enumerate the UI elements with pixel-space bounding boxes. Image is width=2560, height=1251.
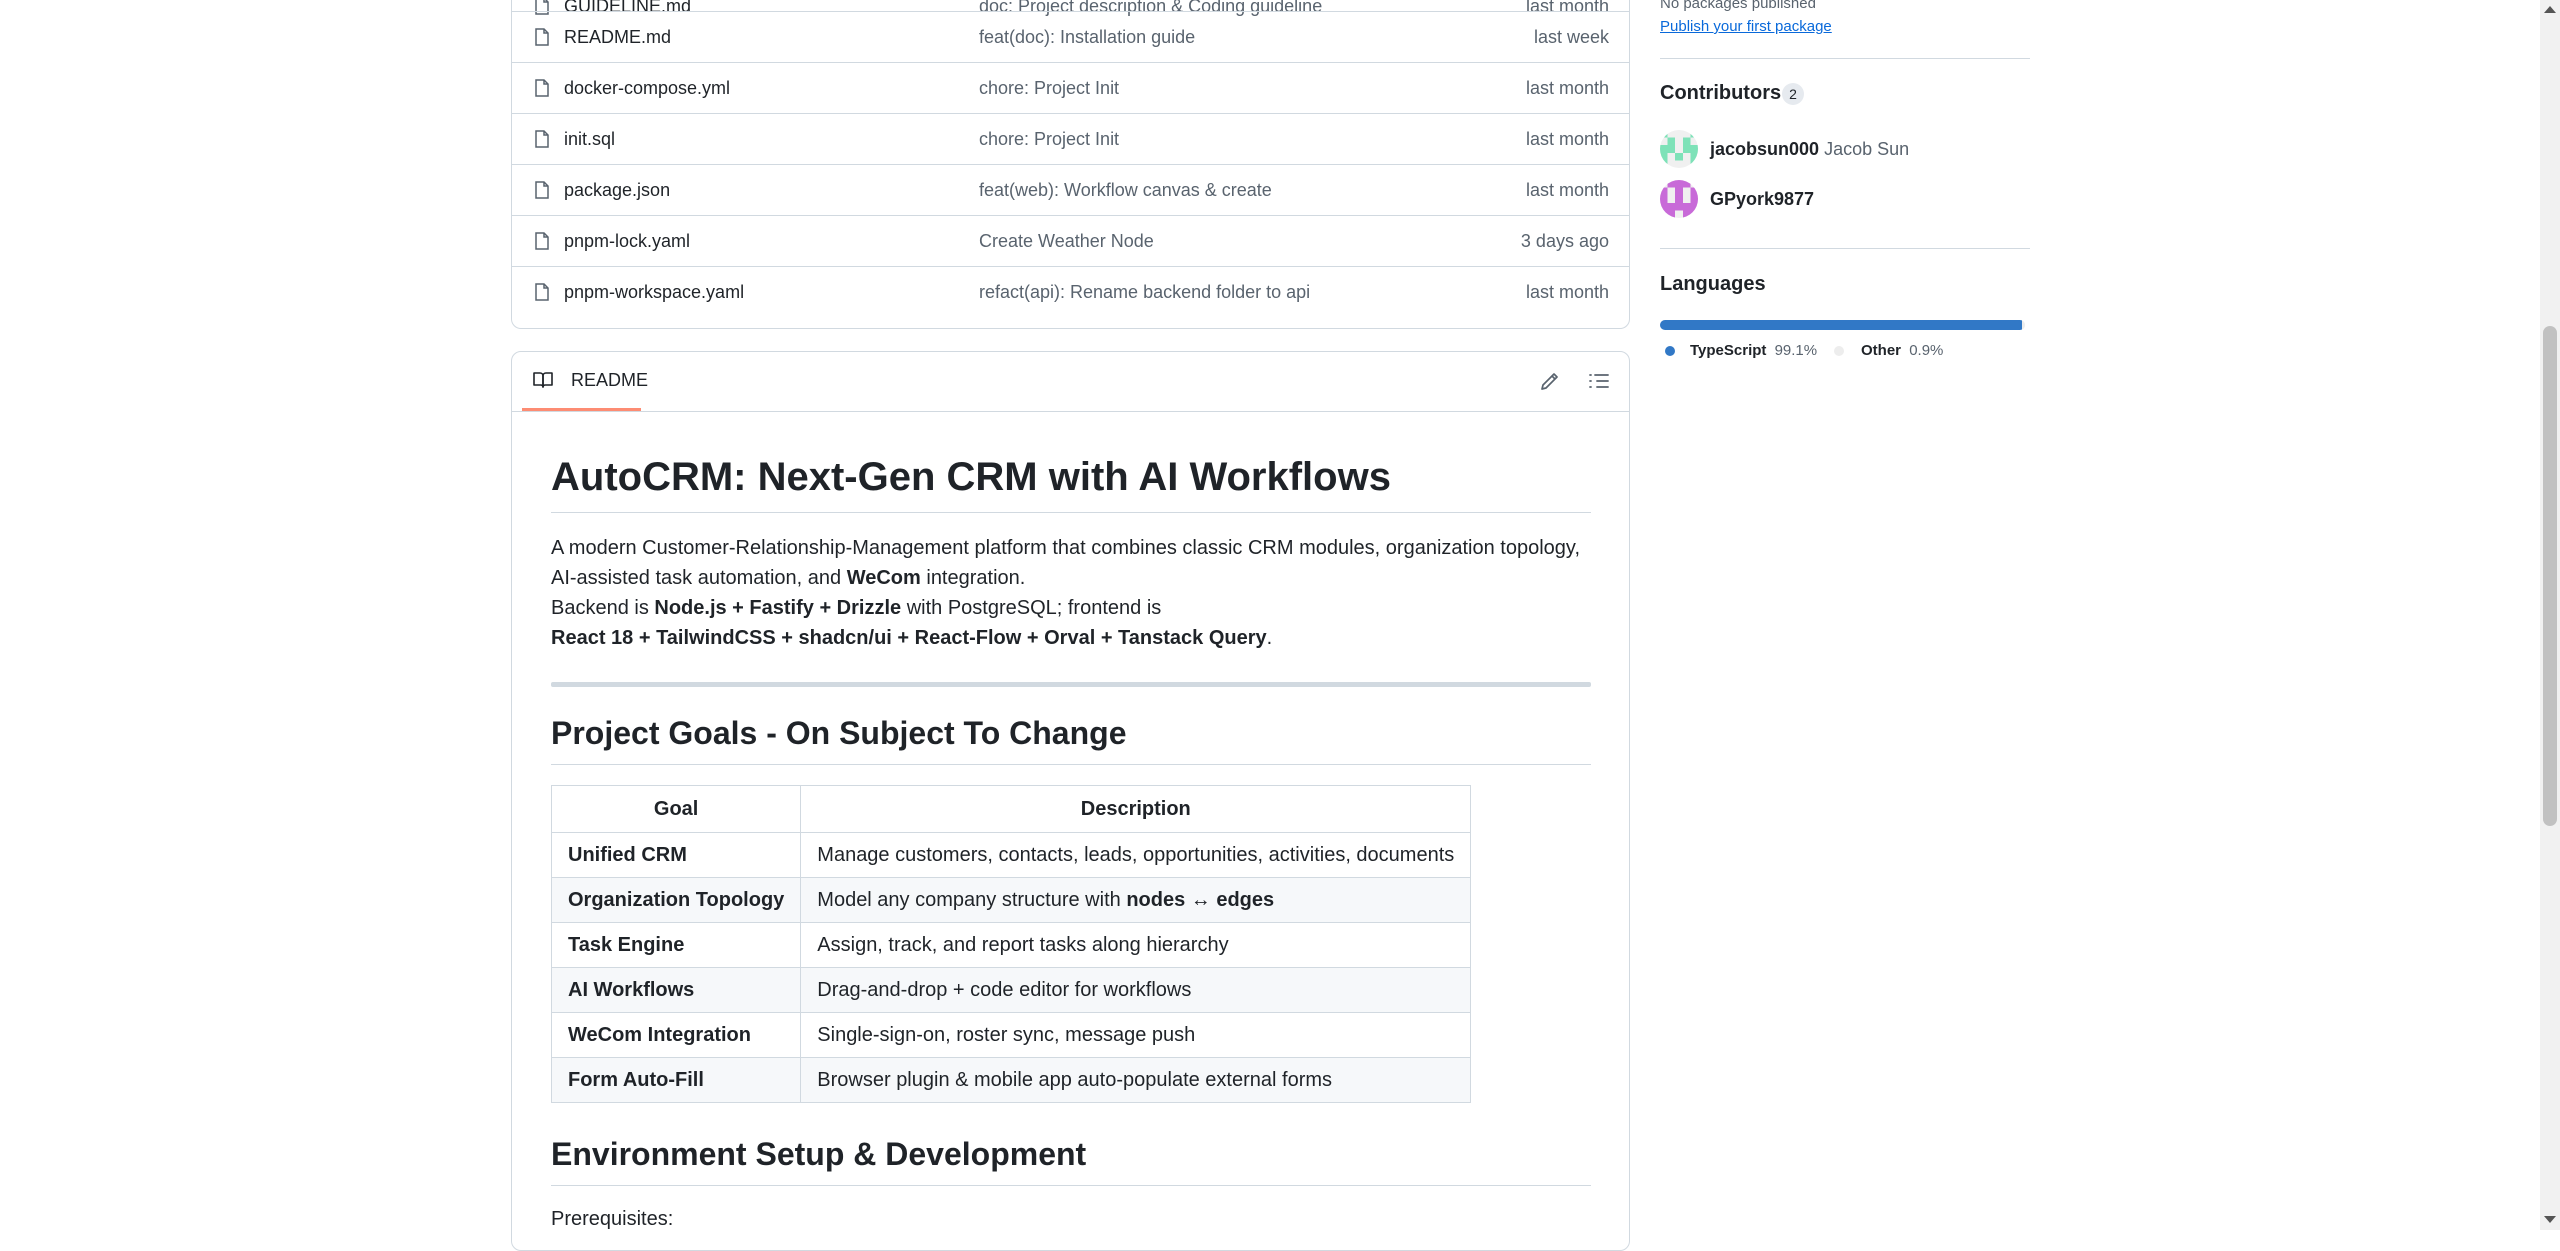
book-icon [533, 372, 553, 388]
goal-cell: Organization Topology [550, 877, 802, 923]
table-row: Unified CRM Manage customers, contacts, … [550, 832, 1472, 878]
divider [551, 1185, 1591, 1186]
commit-date: last month [1525, 180, 1609, 200]
commit-message[interactable]: Create Weather Node [979, 231, 1154, 252]
language-item-typescript[interactable]: TypeScript 99.1% [1690, 342, 1817, 359]
table-row: WeCom Integration Single-sign-on, roster… [550, 1012, 1472, 1058]
packages-status: No packages published [1660, 0, 1816, 12]
commit-message[interactable]: feat(web): Workflow canvas & create [979, 180, 1272, 201]
scrollbar[interactable] [2540, 0, 2560, 1230]
description-cell: Assign, track, and report tasks along hi… [800, 922, 1472, 968]
contributor-login[interactable]: jacobsun000 [1710, 139, 1819, 159]
commit-date: 3 days ago [1520, 231, 1609, 251]
edit-pencil-icon[interactable] [1538, 369, 1562, 393]
env-setup-heading: Environment Setup & Development [551, 1136, 1087, 1172]
contributor-login[interactable]: GPyork9877 [1710, 189, 1814, 209]
other-language-dot-icon [1834, 346, 1844, 356]
file-row[interactable]: pnpm-lock.yaml Create Weather Node 3 day… [512, 215, 1629, 266]
file-name[interactable]: package.json [564, 180, 670, 201]
goals-table: Goal Description Unified CRM Manage cust… [550, 785, 1472, 1103]
identicon-avatar-icon [1660, 130, 1698, 168]
commit-message[interactable]: chore: Project Init [979, 129, 1119, 150]
language-bar-segment-other [2021, 320, 2025, 330]
readme-title: AutoCRM: Next-Gen CRM with AI Workflows [551, 455, 1391, 499]
file-name[interactable]: README.md [564, 27, 671, 48]
file-row[interactable]: package.json feat(web): Workflow canvas … [512, 164, 1629, 215]
language-bar-segment-typescript [1660, 320, 2022, 330]
language-item-other[interactable]: Other 0.9% [1861, 342, 1943, 359]
identicon-avatar-icon [1660, 180, 1698, 218]
intro-line-4: React 18 + TailwindCSS + shadcn/ui + Rea… [551, 627, 1273, 649]
scrollbar-thumb[interactable] [2543, 326, 2557, 826]
description-cell: Model any company structure with nodes ↔… [800, 877, 1472, 923]
avatar[interactable] [1660, 130, 1698, 168]
contributors-count-badge: 2 [1782, 83, 1804, 105]
column-header: Description [800, 785, 1472, 833]
table-row: Task Engine Assign, track, and report ta… [550, 922, 1472, 968]
scroll-down-arrow-icon[interactable] [2544, 1216, 2556, 1223]
outline-list-icon[interactable] [1587, 369, 1611, 393]
typescript-dot-icon [1665, 346, 1675, 356]
commit-message[interactable]: refact(api): Rename backend folder to ap… [979, 282, 1310, 303]
prerequisites-label: Prerequisites: [551, 1208, 674, 1230]
file-row[interactable]: pnpm-workspace.yaml refact(api): Rename … [512, 266, 1629, 317]
goals-heading: Project Goals - On Subject To Change [551, 715, 1127, 751]
goal-cell: Form Auto-Fill [550, 1057, 802, 1103]
file-icon [535, 283, 549, 301]
file-icon [535, 28, 549, 46]
contributors-title[interactable]: Contributors [1660, 82, 1781, 105]
commit-date: last month [1525, 78, 1609, 98]
file-icon [535, 181, 549, 199]
goal-cell: Unified CRM [550, 832, 802, 878]
goal-cell: AI Workflows [550, 967, 802, 1013]
languages-title: Languages [1660, 273, 1766, 295]
file-name[interactable]: docker-compose.yml [564, 78, 730, 99]
horizontal-rule [551, 682, 1591, 687]
file-list: GUIDELINE.md doc: Project description & … [511, 0, 1630, 329]
publish-package-link[interactable]: Publish your first package [1660, 18, 1832, 35]
readme-header: README [512, 352, 1629, 412]
readme-intro: A modern Customer-Relationship-Managemen… [551, 533, 1591, 653]
tab-readme-label: README [571, 370, 649, 390]
description-cell: Single-sign-on, roster sync, message pus… [800, 1012, 1472, 1058]
description-cell: Drag-and-drop + code editor for workflow… [800, 967, 1472, 1013]
language-bar [1660, 320, 2025, 330]
file-row[interactable]: init.sql chore: Project Init last month [512, 113, 1629, 164]
divider [1660, 248, 2030, 249]
divider [551, 512, 1591, 513]
contributor-name: Jacob Sun [1824, 139, 1910, 159]
avatar[interactable] [1660, 180, 1698, 218]
scroll-up-arrow-icon[interactable] [2544, 6, 2556, 13]
file-icon [535, 232, 549, 250]
file-row[interactable]: README.md feat(doc): Installation guide … [512, 11, 1629, 62]
intro-line-3: Backend is Node.js + Fastify + Drizzle w… [551, 597, 1162, 619]
file-icon [535, 130, 549, 148]
file-name[interactable]: init.sql [564, 129, 615, 150]
description-cell: Manage customers, contacts, leads, oppor… [800, 832, 1472, 878]
commit-date: last month [1525, 282, 1609, 302]
divider [1660, 58, 2030, 59]
column-header: Goal [550, 785, 802, 833]
commit-date: last week [1533, 27, 1609, 47]
commit-message[interactable]: chore: Project Init [979, 78, 1119, 99]
contributor-entry[interactable]: jacobsun000 Jacob Sun [1710, 139, 1909, 160]
table-row: Form Auto-Fill Browser plugin & mobile a… [550, 1057, 1472, 1103]
file-name[interactable]: pnpm-lock.yaml [564, 231, 690, 252]
contributor-entry[interactable]: GPyork9877 [1710, 189, 1814, 210]
commit-message[interactable]: feat(doc): Installation guide [979, 27, 1195, 48]
file-icon [535, 79, 549, 97]
commit-date: last month [1525, 129, 1609, 149]
intro-line-2: AI-assisted task automation, and WeCom i… [551, 567, 1026, 589]
goal-cell: WeCom Integration [550, 1012, 802, 1058]
divider [551, 764, 1591, 765]
intro-line-1: A modern Customer-Relationship-Managemen… [551, 537, 1580, 559]
table-row: AI Workflows Drag-and-drop + code editor… [550, 967, 1472, 1013]
table-header-row: Goal Description [550, 785, 1472, 833]
table-row: Organization Topology Model any company … [550, 877, 1472, 923]
file-row[interactable]: docker-compose.yml chore: Project Init l… [512, 62, 1629, 113]
description-cell: Browser plugin & mobile app auto-populat… [800, 1057, 1472, 1103]
goal-cell: Task Engine [550, 922, 802, 968]
file-name[interactable]: pnpm-workspace.yaml [564, 282, 744, 303]
tab-readme[interactable]: README [522, 352, 648, 411]
